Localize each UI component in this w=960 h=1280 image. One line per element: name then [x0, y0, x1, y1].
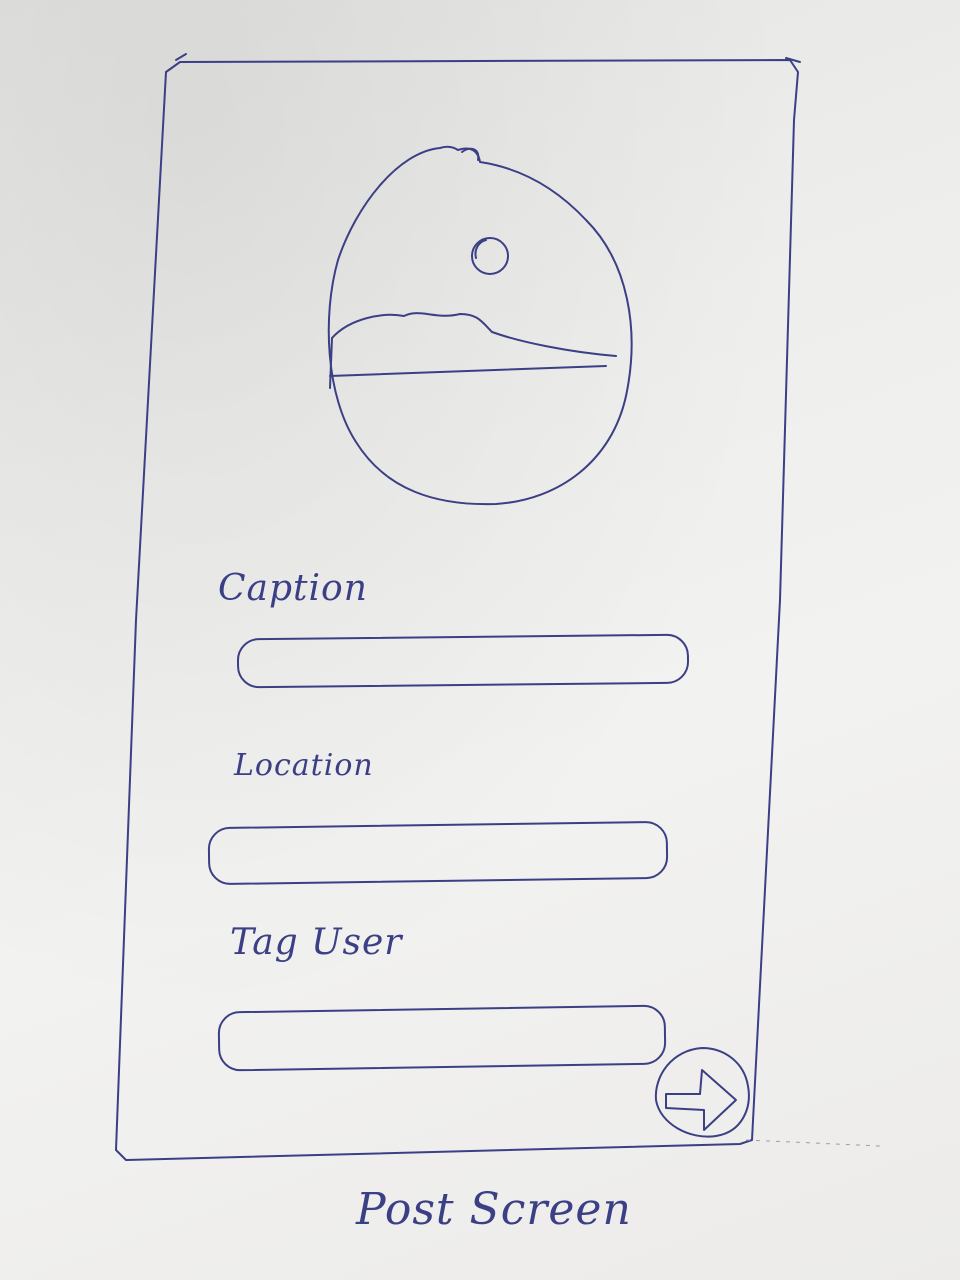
image-placeholder-icon [327, 145, 633, 506]
submit-post-button[interactable] [654, 1048, 750, 1138]
tag-user-input[interactable] [217, 1004, 667, 1072]
caption-label: Caption [218, 568, 368, 609]
screen-title: Post Screen [356, 1184, 632, 1235]
tag-user-label: Tag User [230, 922, 403, 963]
location-label: Location [234, 748, 374, 783]
phone-frame [115, 59, 799, 1161]
location-input[interactable] [207, 820, 669, 886]
caption-input[interactable] [236, 633, 690, 689]
